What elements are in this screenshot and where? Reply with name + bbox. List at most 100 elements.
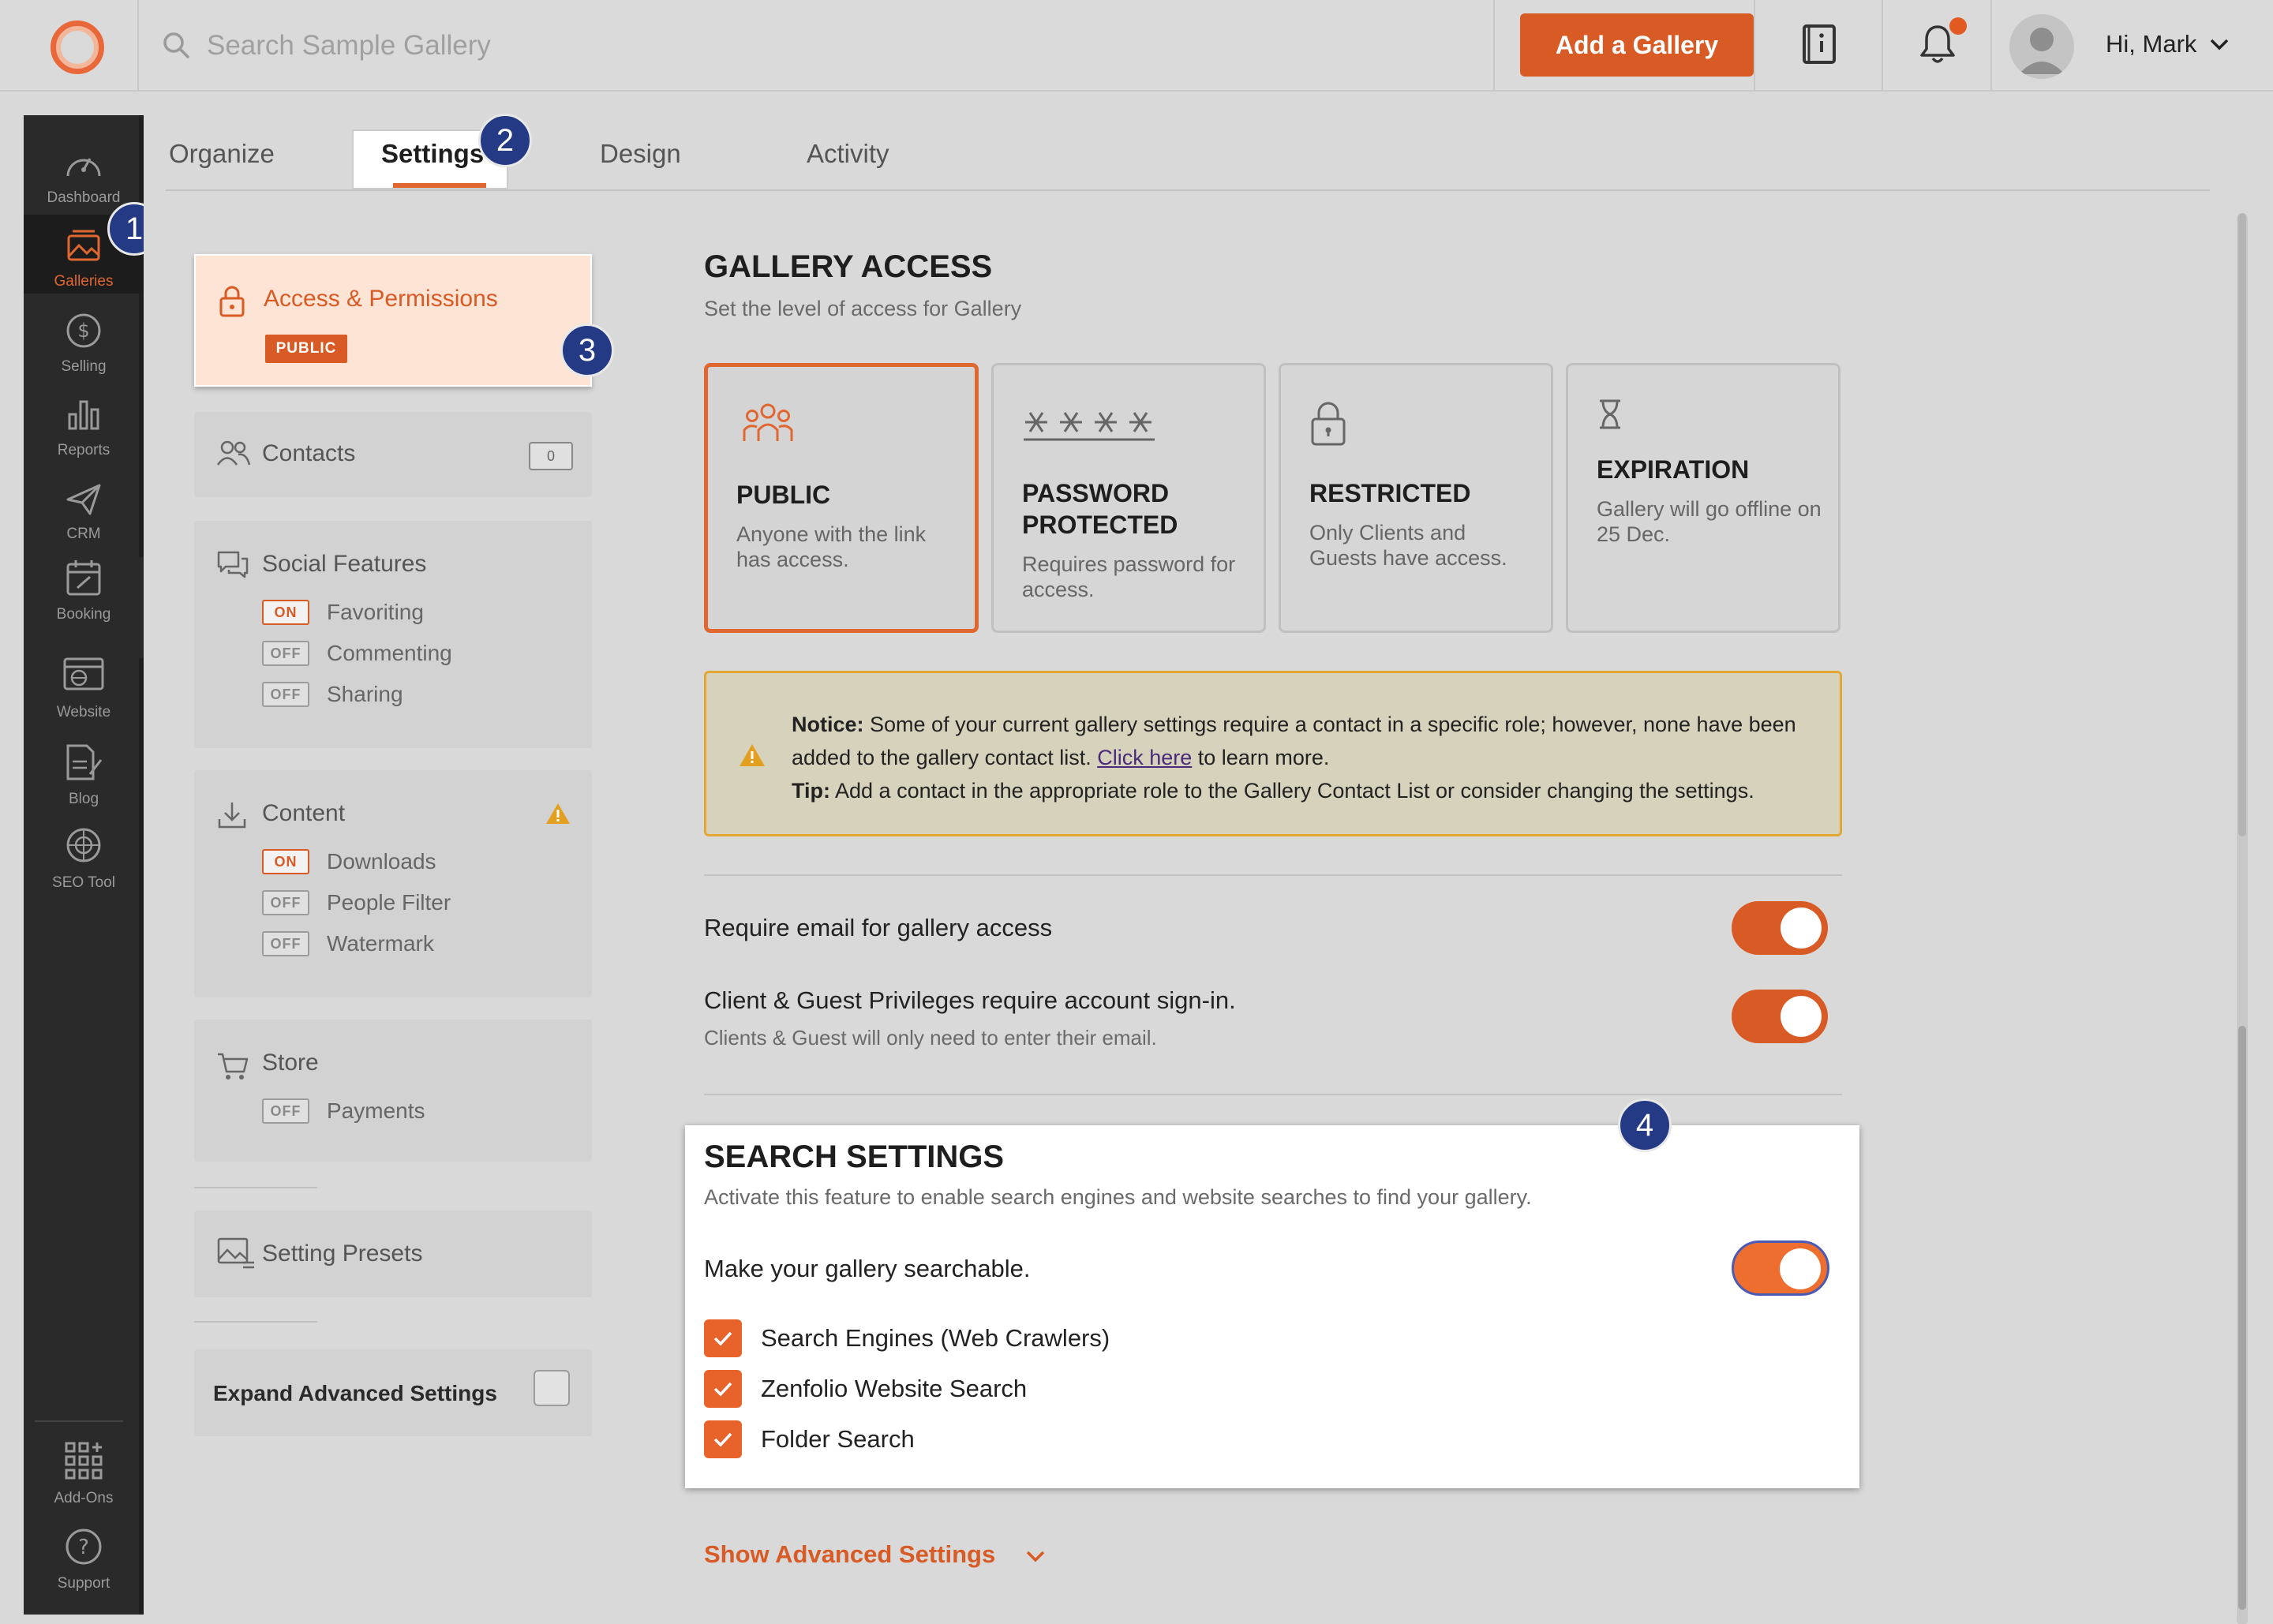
status-pill: OFF [262,890,309,915]
tab-settings[interactable]: Settings [381,139,484,169]
callout-badge-4: 4 [1618,1098,1672,1152]
access-option-restricted[interactable]: RESTRICTED Only Clients and Guests have … [1279,363,1553,633]
option-label: Folder Search [761,1425,915,1453]
guide-book-icon[interactable] [1801,24,1837,69]
menu-title: Store [262,1050,319,1076]
lock-icon [1309,400,1347,451]
status-label: Commenting [327,641,452,665]
chevron-down-icon[interactable] [2208,36,2230,56]
user-greeting[interactable]: Hi, Mark [2106,30,2196,58]
click-here-link[interactable]: Click here [1097,746,1192,769]
tab-organize[interactable]: Organize [169,139,275,169]
menu-contacts[interactable]: Contacts 0 [194,412,592,497]
client-signin-label: Client & Guest Privileges require accoun… [704,986,1236,1014]
menu-setting-presets[interactable]: Setting Presets [194,1211,592,1297]
chat-bubbles-icon [216,549,249,583]
option-description: Anyone with the link has access. [736,522,927,571]
expand-advanced-checkbox[interactable] [534,1370,570,1406]
add-gallery-button[interactable]: Add a Gallery [1520,13,1754,77]
divider [704,1094,1842,1095]
search-settings-subtitle: Activate this feature to enable search e… [704,1185,1532,1209]
nav-website[interactable]: Website [24,645,144,724]
paper-plane-icon [65,482,103,521]
search-input[interactable] [207,21,1391,71]
checkbox-checked[interactable] [704,1420,742,1458]
option-title: EXPIRATION [1597,455,1750,484]
status-pill: ON [262,600,309,625]
status-favoriting: ON Favoriting [262,600,424,625]
status-label: Payments [327,1098,425,1123]
menu-social-features[interactable]: Social Features ON Favoriting OFF Commenti… [194,521,592,748]
chevron-down-icon[interactable] [1024,1548,1047,1568]
nav-booking[interactable]: Booking [24,548,144,627]
toggle-knob [1780,1248,1821,1289]
nav-selling[interactable]: $ Selling [24,300,144,379]
nav-label: Booking [56,606,111,623]
calendar-icon [65,558,103,601]
divider [1990,0,1992,92]
toggle-knob [1781,907,1822,949]
gallery-access-subtitle: Set the level of access for Gallery [704,297,1022,320]
status-pill: OFF [262,931,309,956]
nav-seo-tool[interactable]: SEO Tool [24,816,144,895]
access-option-password[interactable]: PASSWORD PROTECTED Requires password for… [991,363,1266,633]
nav-label: CRM [66,526,101,542]
status-pill: ON [262,849,309,874]
nav-dashboard[interactable]: Dashboard [24,131,144,210]
status-downloads: ON Downloads [262,849,436,874]
menu-title: Social Features [262,551,427,577]
make-searchable-toggle[interactable] [1732,1240,1829,1296]
make-searchable-label: Make your gallery searchable. [704,1255,1031,1282]
divider [704,874,1842,876]
checkmark-icon [713,1382,732,1397]
avatar[interactable] [2009,14,2074,79]
menu-access-permissions[interactable]: Access & Permissions PUBLIC [194,254,592,387]
option-website-search[interactable]: Zenfolio Website Search [704,1370,1027,1408]
tab-design[interactable]: Design [600,139,681,169]
menu-title: Setting Presets [262,1240,423,1267]
callout-badge-3: 3 [560,324,614,377]
help-icon: ? [64,1527,103,1570]
nav-crm[interactable]: CRM [24,467,144,546]
option-label: Zenfolio Website Search [761,1375,1028,1402]
nav-add-ons[interactable]: Add-Ons [24,1431,144,1510]
app-logo[interactable] [51,21,104,74]
nav-blog[interactable]: Blog [24,732,144,811]
menu-store[interactable]: Store OFF Payments [194,1020,592,1162]
nav-label: Website [56,704,111,720]
menu-expand-advanced[interactable]: Expand Advanced Settings [194,1349,592,1436]
require-email-label: Require email for gallery access [704,914,1053,941]
nav-support[interactable]: ? Support [24,1517,144,1596]
website-icon [62,656,106,699]
option-search-engines[interactable]: Search Engines (Web Crawlers) [704,1319,1110,1357]
contacts-count-badge: 0 [529,442,573,470]
show-advanced-settings-link[interactable]: Show Advanced Settings [704,1540,995,1569]
menu-content[interactable]: Content ON Downloads OFF People Filter OFF… [194,770,592,997]
password-asterisks-icon [1022,406,1156,448]
client-signin-toggle[interactable] [1732,990,1828,1043]
menu-title: Access & Permissions [264,286,498,312]
divider [35,1420,123,1422]
status-payments: OFF Payments [262,1098,425,1124]
option-title: RESTRICTED [1309,479,1471,507]
gauge-icon [63,146,104,185]
checkbox-checked[interactable] [704,1319,742,1357]
status-commenting: OFF Commenting [262,641,452,666]
search-icon [161,30,193,65]
access-option-public[interactable]: PUBLIC Anyone with the link has access. [704,363,979,633]
require-email-toggle[interactable] [1732,901,1828,955]
client-signin-sublabel: Clients & Guest will only need to enter … [704,1026,1157,1050]
svg-text:?: ? [78,1536,89,1559]
nav-label: Blog [68,791,99,807]
option-folder-search[interactable]: Folder Search [704,1420,915,1458]
active-tab-indicator [393,183,486,188]
divider [1493,0,1495,92]
status-label: Watermark [327,931,434,956]
scrollbar-thumb[interactable] [2238,1026,2246,1610]
tab-activity[interactable]: Activity [807,139,889,169]
access-option-expiration[interactable]: EXPIRATION Gallery will go offline on 25… [1566,363,1840,633]
status-label: Sharing [327,682,403,706]
people-group-icon [736,402,799,455]
checkbox-checked[interactable] [704,1370,742,1408]
nav-reports[interactable]: Reports [24,384,144,462]
